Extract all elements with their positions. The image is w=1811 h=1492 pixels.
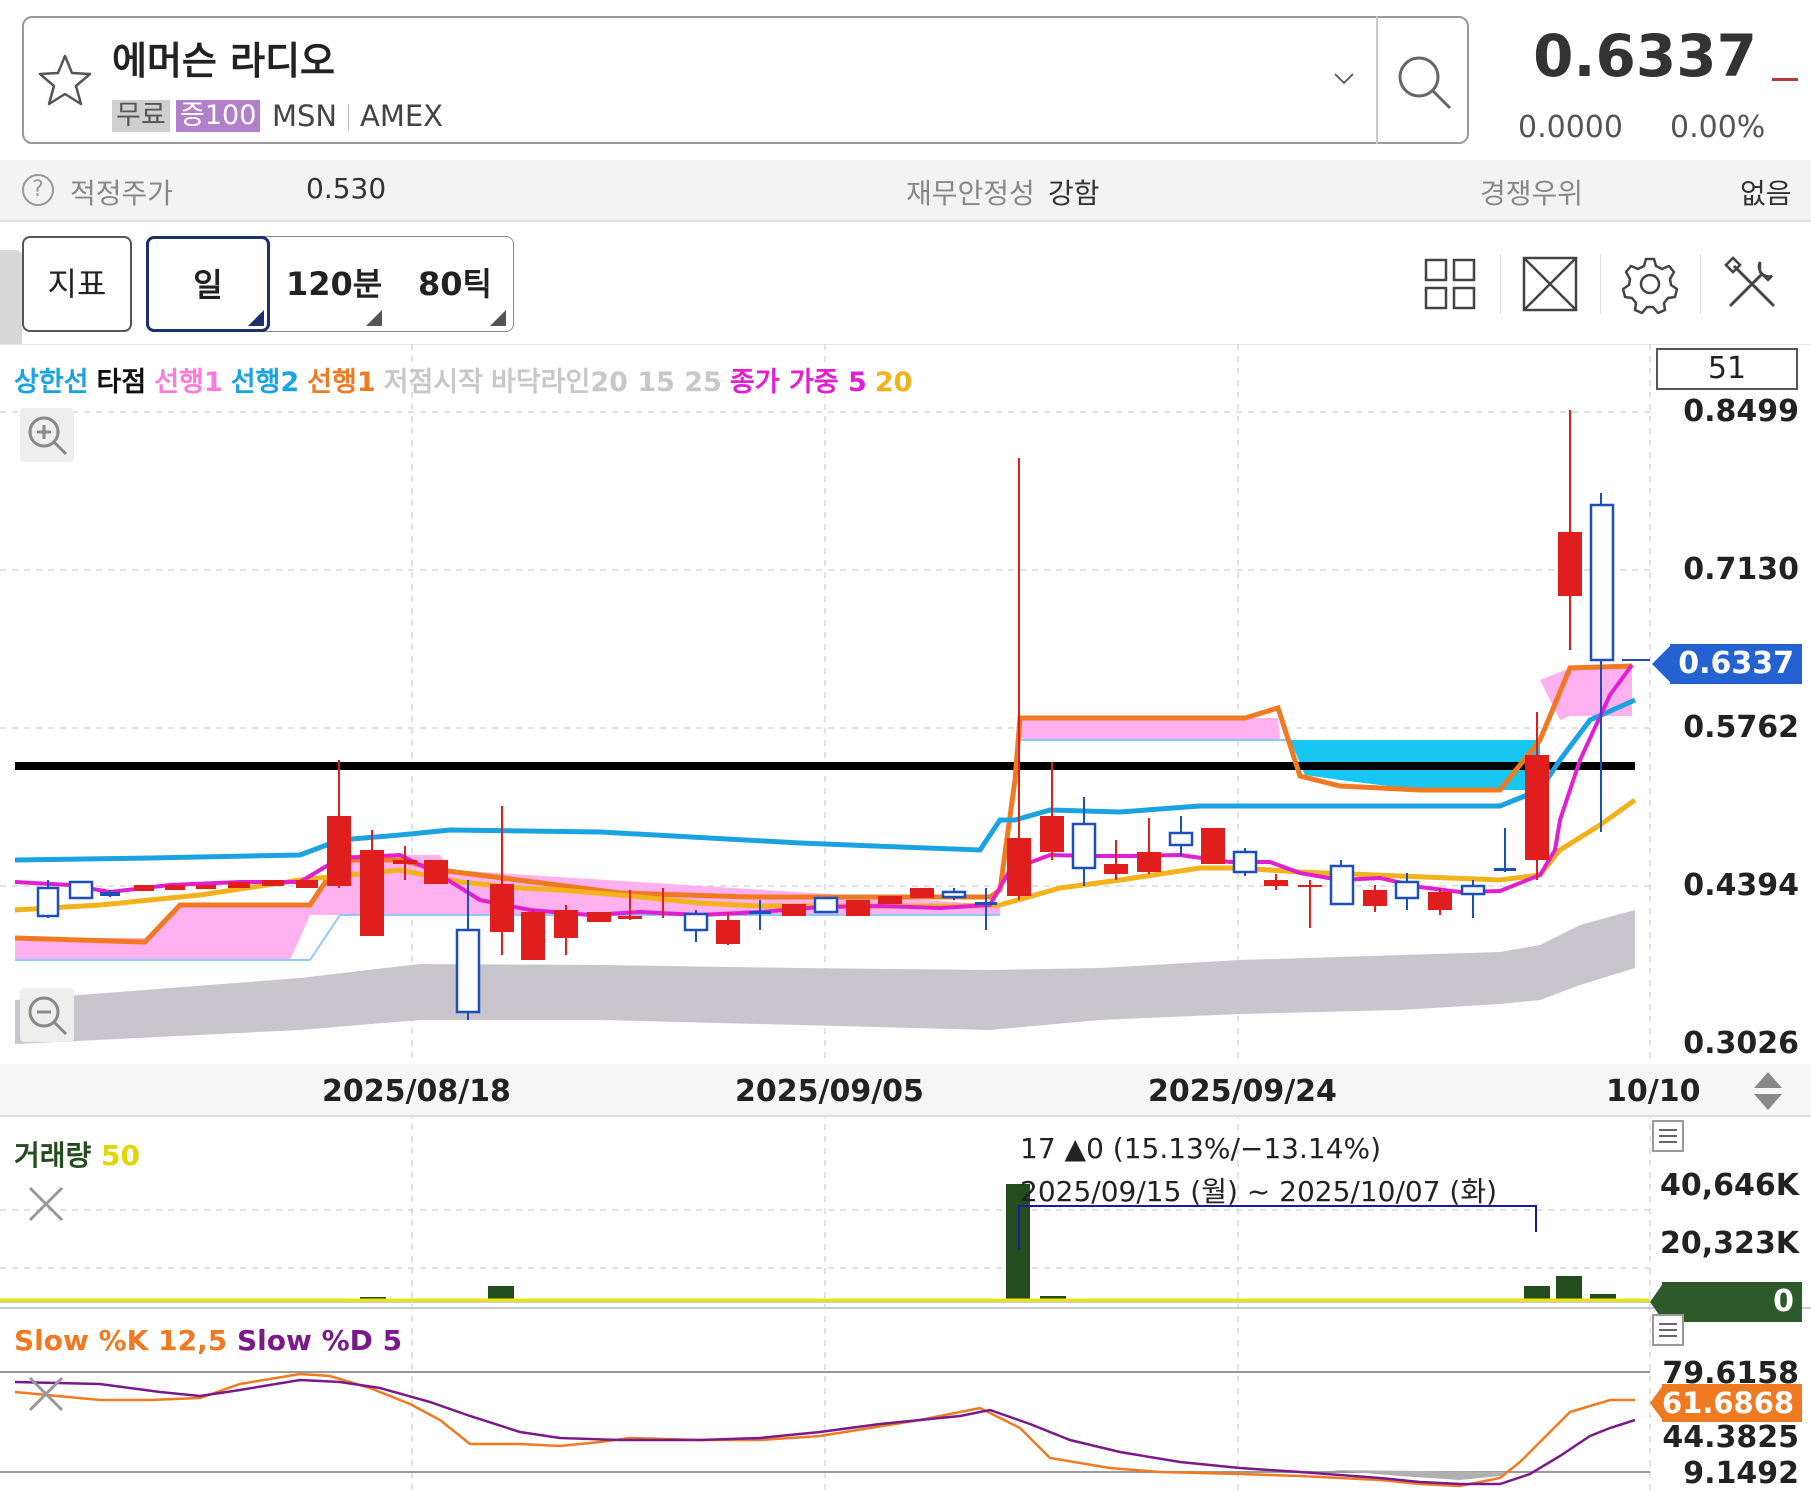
price-change-percent: 0.00%	[1670, 110, 1766, 145]
margin-badge: 증100	[176, 100, 261, 132]
competitive-advantage-value: 없음	[1740, 177, 1792, 210]
current-stochastic-tag: 61.6868	[1662, 1384, 1802, 1422]
drawing-tools-icon[interactable]	[1722, 254, 1782, 314]
gear-icon[interactable]	[1620, 254, 1680, 314]
stock-name: 에머슨 라디오	[112, 39, 335, 83]
price-axis-label: 0.8499	[1683, 394, 1799, 429]
price-change: 0.0000	[1518, 110, 1623, 145]
legend-floor-line: 바닥라인20 15 25	[491, 367, 722, 398]
fair-price-label: 적정주가	[70, 177, 174, 210]
menu-icon[interactable]	[1652, 1120, 1684, 1152]
free-badge: 무료	[112, 100, 170, 132]
help-icon[interactable]: ?	[22, 174, 54, 206]
slow-k-title: Slow %K 12,5	[14, 1324, 228, 1357]
price-chart[interactable]	[0, 344, 1811, 1492]
search-icon[interactable]	[1392, 50, 1456, 114]
80tick-dropdown-corner	[490, 310, 506, 326]
ticker-symbol: MSN	[272, 99, 338, 133]
volume-axis-mid: 20,323K	[1659, 1226, 1799, 1261]
date-axis-label: 2025/09/24	[1148, 1074, 1337, 1109]
date-axis-label: 2025/08/18	[322, 1074, 511, 1109]
legend-ma20: 20	[874, 367, 913, 398]
stochastic-axis-bottom: 9.1492	[1683, 1456, 1799, 1491]
toolbar-divider	[1500, 254, 1501, 314]
volume-panel-title: 거래량 50	[14, 1134, 140, 1174]
price-axis-label: 0.4394	[1683, 868, 1799, 903]
day-dropdown-corner	[248, 310, 264, 326]
toolbar-divider	[1600, 254, 1601, 314]
fullscreen-icon[interactable]	[1520, 254, 1580, 314]
price-direction-mark	[1772, 78, 1798, 81]
indicator-button[interactable]: 지표	[22, 236, 132, 332]
volume-ma: 50	[101, 1139, 140, 1172]
zoom-out-icon[interactable]	[20, 988, 74, 1042]
star-icon[interactable]	[36, 52, 94, 108]
fair-price-value: 0.530	[306, 172, 387, 205]
stability-value: 강함	[1048, 177, 1100, 210]
close-stochastic-panel-icon[interactable]	[22, 1370, 70, 1418]
price-axis-label: 0.5762	[1683, 710, 1799, 745]
price-tag-arrow	[1652, 644, 1672, 684]
close-volume-panel-icon[interactable]	[22, 1180, 70, 1228]
current-price-tag: 0.6337	[1670, 644, 1802, 684]
stochastic-axis-mid: 44.3825	[1662, 1420, 1799, 1455]
120min-dropdown-corner	[366, 310, 382, 326]
chevron-down-icon[interactable]	[1332, 66, 1356, 90]
price-axis-label: 0.3026	[1683, 1026, 1799, 1061]
volume-axis-top: 40,646K	[1659, 1168, 1799, 1203]
date-axis-label: 10/10	[1606, 1074, 1701, 1109]
competitive-advantage-label: 경쟁우위	[1480, 177, 1584, 210]
search-divider	[1376, 16, 1378, 144]
stability-label: 재무안정성	[906, 177, 1035, 210]
legend-hit-point: 타점	[96, 367, 147, 398]
volume-title: 거래량	[14, 1139, 92, 1172]
legend-leading1-orange: 선행1	[307, 367, 376, 398]
volume-range-line: 2025/09/15 (월) ~ 2025/10/07 (화)	[1020, 1175, 1498, 1208]
toolbar-divider	[1700, 254, 1701, 314]
candle-count-box[interactable]: 51	[1656, 348, 1798, 390]
zoom-in-icon[interactable]	[20, 408, 74, 462]
price-axis-label: 0.7130	[1683, 552, 1799, 587]
menu-icon[interactable]	[1652, 1314, 1684, 1346]
layout-grid-icon[interactable]	[1420, 254, 1480, 314]
legend-weighted-close: 종가 가중 5	[729, 367, 867, 398]
volume-stat-line: 17 ▲0 (15.13%/−13.14%)	[1020, 1132, 1382, 1165]
slow-d-line	[14, 1378, 1636, 1486]
slow-d-title: Slow %D 5	[236, 1324, 403, 1357]
legend-leading2: 선행2	[230, 367, 300, 398]
legend-upper-line: 상한선	[14, 367, 89, 398]
legend-low-start: 저점시작	[383, 367, 483, 398]
exchange-name: AMEX	[360, 99, 444, 133]
indicator-legend: 상한선 타점 선행1 선행2 선행1 저점시작 바닥라인20 15 25 종가 가중 5 20	[14, 360, 920, 399]
cloud-pink-mid	[1018, 718, 1280, 740]
current-price: 0.6337	[1533, 22, 1757, 90]
stochastic-panel-title: Slow %K 12,5 Slow %D 5	[14, 1324, 402, 1357]
legend-leading1-pink: 선행1	[154, 367, 223, 398]
ticker-divider	[348, 104, 349, 130]
period-80tick-button[interactable]: 80틱	[418, 236, 492, 332]
date-axis-label: 2025/09/05	[735, 1074, 924, 1109]
